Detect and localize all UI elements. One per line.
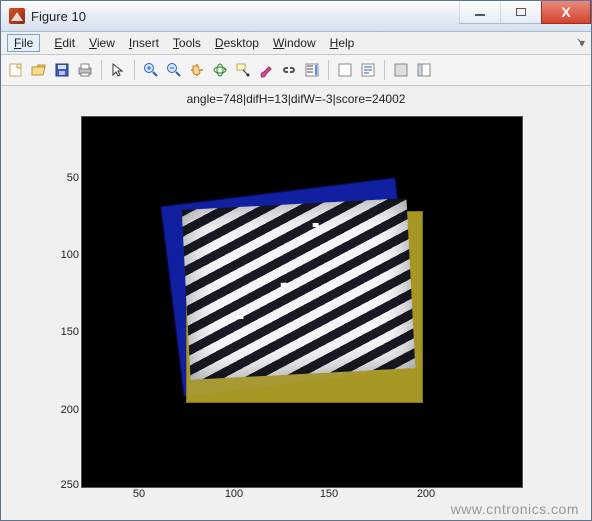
y-tick-label: 150 [51, 326, 79, 338]
toolbar-separator [328, 60, 329, 80]
brush-icon[interactable] [257, 61, 275, 79]
window-title: Figure 10 [31, 9, 459, 24]
toolbar-separator [384, 60, 385, 80]
menu-view[interactable]: View [89, 36, 115, 50]
matlab-icon [9, 8, 25, 24]
save-icon[interactable] [53, 61, 71, 79]
zoom-in-icon[interactable] [142, 61, 160, 79]
toolbar-separator [101, 60, 102, 80]
watermark-text: www.cntronics.com [451, 501, 579, 517]
menu-window[interactable]: Window [273, 36, 316, 50]
print-icon[interactable] [76, 61, 94, 79]
menu-tools[interactable]: Tools [173, 36, 201, 50]
menu-file[interactable]: File [7, 34, 40, 52]
legend-icon[interactable] [336, 61, 354, 79]
y-tick-label: 50 [51, 172, 79, 184]
close-button[interactable]: X [541, 1, 591, 24]
menu-edit[interactable]: Edit [54, 36, 75, 50]
menu-insert[interactable]: Insert [129, 36, 159, 50]
y-tick-label: 100 [51, 249, 79, 261]
hide-tools-icon[interactable] [392, 61, 410, 79]
x-tick-label: 150 [309, 488, 349, 500]
menu-desktop[interactable]: Desktop [215, 36, 259, 50]
x-tick-label: 100 [214, 488, 254, 500]
x-tick-label: 200 [406, 488, 446, 500]
titlebar[interactable]: Figure 10 X [1, 1, 591, 32]
axes-title: angle=748|difH=13|difW=-3|score=24002 [1, 92, 591, 106]
spec-noise [258, 298, 264, 302]
new-figure-icon[interactable] [7, 61, 25, 79]
link-icon[interactable] [280, 61, 298, 79]
x-tick-label: 50 [119, 488, 159, 500]
menu-help[interactable]: Help [330, 36, 355, 50]
window-controls: X [459, 1, 591, 31]
spec-noise [237, 315, 243, 319]
spec-noise [281, 283, 287, 287]
maximize-button[interactable] [500, 1, 541, 24]
annotation-icon[interactable] [359, 61, 377, 79]
figure-window: Figure 10 X File Edit View Insert Tools … [0, 0, 592, 521]
minimize-button[interactable] [459, 1, 500, 24]
zoom-out-icon[interactable] [165, 61, 183, 79]
figure-canvas[interactable]: angle=748|difH=13|difW=-3|score=24002 50… [1, 86, 591, 521]
spec-noise [313, 223, 319, 227]
dock-arrow-icon[interactable]: ↘ [576, 35, 585, 48]
toolbar-separator [134, 60, 135, 80]
show-tools-icon[interactable] [415, 61, 433, 79]
y-tick-label: 200 [51, 404, 79, 416]
overlay-fringe-pattern [182, 198, 416, 380]
datacursor-icon[interactable] [234, 61, 252, 79]
colorbar-icon[interactable] [303, 61, 321, 79]
pointer-icon[interactable] [109, 61, 127, 79]
y-tick-label: 250 [51, 479, 79, 491]
pan-icon[interactable] [188, 61, 206, 79]
toolbar [1, 55, 591, 86]
open-icon[interactable] [30, 61, 48, 79]
rotate3d-icon[interactable] [211, 61, 229, 79]
menubar: File Edit View Insert Tools Desktop Wind… [1, 32, 591, 55]
